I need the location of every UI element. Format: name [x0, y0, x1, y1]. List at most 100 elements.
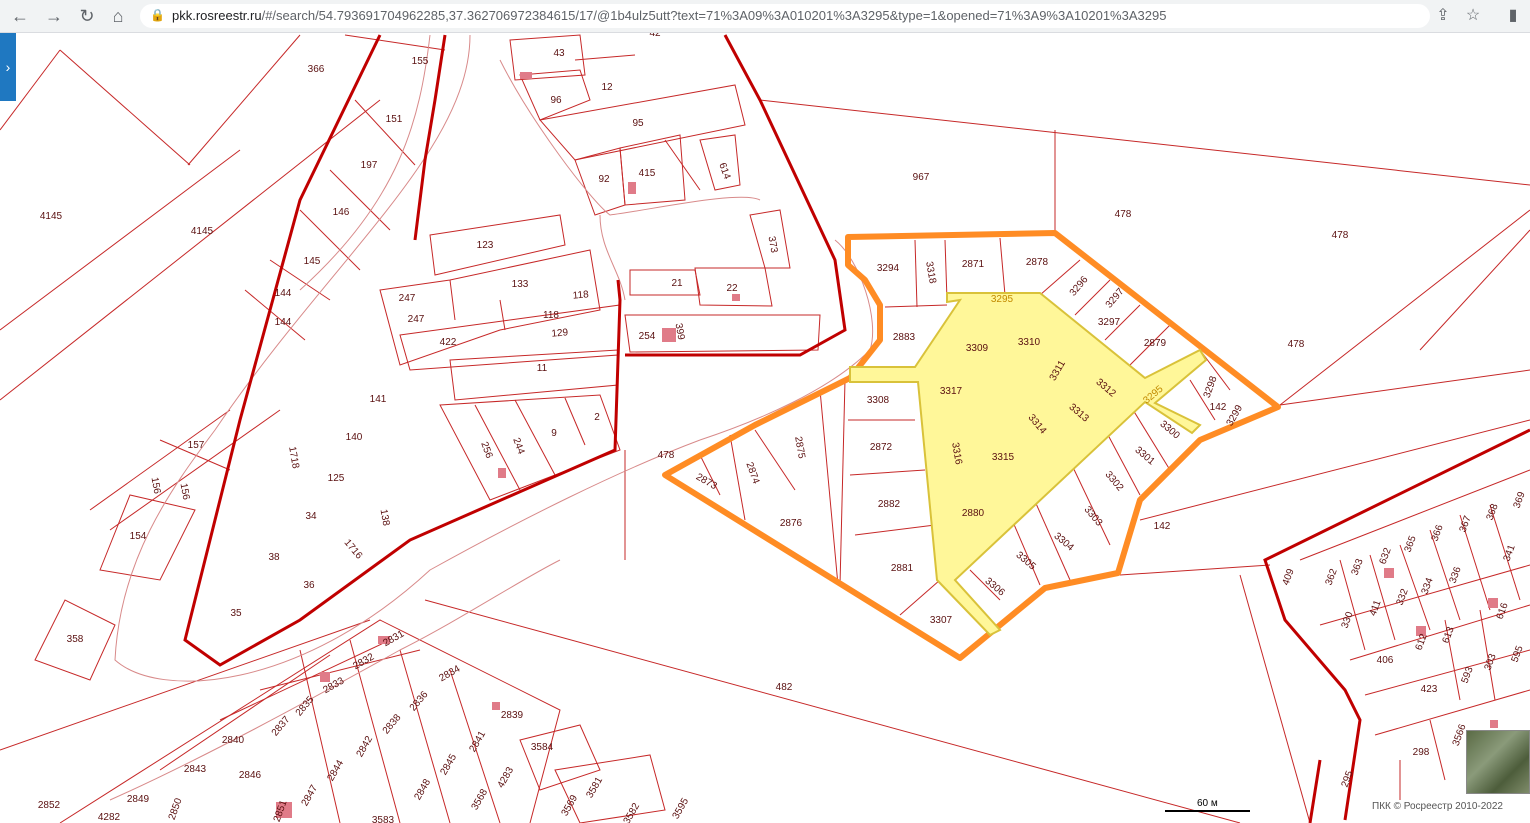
parcel-label[interactable]: 3298 [1202, 374, 1220, 399]
parcel-label[interactable]: 4282 [98, 812, 121, 823]
parcel-label[interactable]: 303 [1483, 652, 1499, 672]
parcel-label[interactable]: 2882 [878, 499, 901, 510]
address-bar[interactable]: 🔒 pkk.rosreestr.ru/#/search/54.793691704… [140, 4, 1430, 28]
parcel-label[interactable]: 22 [726, 283, 738, 294]
parcel-label[interactable]: 422 [440, 337, 457, 348]
parcel-label[interactable]: 2834 [437, 663, 462, 684]
parcel-label[interactable]: 156 [149, 476, 163, 495]
side-panel-icon[interactable]: ▮ [1502, 5, 1524, 27]
parcel-label[interactable]: 332 [1395, 587, 1411, 607]
parcel-label[interactable]: 38 [268, 552, 280, 563]
satellite-layer-toggle[interactable] [1466, 730, 1530, 794]
parcel-label[interactable]: 2848 [413, 777, 434, 802]
parcel-label[interactable]: 254 [639, 331, 656, 342]
parcel-label[interactable]: 3304 [1052, 531, 1076, 554]
parcel-label[interactable]: 92 [598, 174, 610, 185]
parcel-label[interactable]: 21 [671, 278, 683, 289]
parcel-label[interactable]: 3317 [940, 386, 963, 397]
parcel-label[interactable]: 330 [1340, 610, 1356, 630]
parcel-label[interactable]: 4145 [191, 226, 214, 237]
parcel-label[interactable]: 406 [1377, 655, 1394, 666]
parcel-label[interactable]: 2840 [222, 735, 245, 746]
parcel-label[interactable]: 2849 [127, 794, 150, 805]
parcel-label[interactable]: 3307 [930, 615, 953, 626]
parcel-label[interactable]: 118 [572, 289, 589, 301]
parcel-label[interactable]: 478 [1332, 230, 1349, 241]
parcel-label[interactable]: 362 [1324, 567, 1340, 587]
parcel-label[interactable]: 2838 [381, 712, 404, 736]
parcel-label[interactable]: 336 [1448, 565, 1464, 585]
parcel-label[interactable]: 247 [399, 293, 416, 304]
parcel-label[interactable]: 43 [553, 48, 565, 59]
parcel-label[interactable]: 373 [766, 235, 780, 254]
parcel-label[interactable]: 358 [67, 634, 84, 645]
parcel-label[interactable]: 478 [1288, 339, 1305, 350]
parcel-label[interactable]: 482 [776, 682, 793, 693]
parcel-label[interactable]: 247 [408, 314, 425, 325]
star-icon[interactable]: ☆ [1462, 5, 1484, 27]
parcel-label[interactable]: 256 [478, 440, 494, 460]
parcel-label[interactable]: 156 [178, 482, 192, 501]
parcel-label[interactable]: 141 [370, 394, 387, 405]
parcel-label[interactable]: 614 [716, 161, 732, 181]
parcel-label[interactable]: 298 [1413, 747, 1430, 758]
parcel-label[interactable]: 366 [1430, 523, 1446, 543]
cadastral-map[interactable]: 36615543429612151 9519792415 614 9674784784… [0, 33, 1530, 823]
parcel-label[interactable]: 411 [1368, 598, 1384, 617]
parcel-label[interactable]: 369 [1512, 490, 1528, 510]
parcel-label[interactable]: 129 [551, 327, 569, 339]
parcel-label[interactable]: 593 [1460, 665, 1476, 685]
parcel-label[interactable]: 2878 [1026, 257, 1049, 268]
parcel-label[interactable]: 2844 [326, 758, 347, 783]
parcel-label[interactable]: 2852 [38, 800, 61, 811]
parcel-label[interactable]: 3309 [966, 343, 989, 354]
parcel-label[interactable]: 96 [550, 95, 562, 106]
parcel-label[interactable]: 3310 [1018, 337, 1041, 348]
parcel-label[interactable]: 144 [275, 317, 292, 328]
parcel-label[interactable]: 36 [303, 580, 315, 591]
parcel-label[interactable]: 3584 [531, 742, 554, 753]
parcel-label[interactable]: 1716 [342, 537, 365, 561]
parcel-label[interactable]: 3297 [1098, 317, 1121, 328]
parcel-label[interactable]: 2836 [408, 689, 431, 713]
parcel-label[interactable]: 2832 [351, 651, 376, 672]
parcel-label[interactable]: 2846 [239, 770, 262, 781]
parcel-label[interactable]: 95 [632, 118, 644, 129]
parcel-label[interactable]: 151 [386, 114, 403, 125]
parcel-label[interactable]: 3583 [372, 815, 395, 823]
parcel-label[interactable]: 42 [649, 33, 661, 39]
parcel-label[interactable]: 2839 [501, 710, 524, 721]
parcel-label[interactable]: 366 [308, 64, 325, 75]
sidebar-toggle-button[interactable]: › [0, 33, 16, 101]
parcel-label[interactable]: 2843 [184, 764, 207, 775]
parcel-label[interactable]: 2880 [962, 508, 985, 519]
parcel-label[interactable]: 1718 [286, 446, 301, 470]
parcel-label[interactable]: 2842 [355, 734, 376, 759]
home-icon[interactable]: ⌂ [106, 5, 130, 27]
parcel-label[interactable]: 967 [913, 172, 930, 183]
parcel-label[interactable]: 3308 [867, 395, 890, 406]
parcel-label[interactable]: 2837 [270, 714, 293, 738]
parcel-label[interactable]: 3568 [470, 787, 491, 812]
parcel-label[interactable]: 363 [1350, 557, 1366, 577]
parcel-label[interactable]: 3305 [1014, 550, 1038, 573]
parcel-label[interactable]: 2881 [891, 563, 914, 574]
parcel-label[interactable]: 2876 [780, 518, 803, 529]
parcel-label[interactable]: 145 [304, 256, 321, 267]
parcel-label[interactable]: 3294 [877, 263, 900, 274]
reload-icon[interactable]: ↻ [75, 5, 99, 27]
parcel-label[interactable]: 3302 [1103, 469, 1126, 493]
parcel-label[interactable]: 409 [1281, 567, 1297, 587]
parcel-label[interactable]: 125 [328, 473, 345, 484]
parcel-label[interactable]: 2883 [893, 332, 916, 343]
parcel-label[interactable]: 157 [188, 440, 205, 451]
parcel-label[interactable]: 365 [1403, 534, 1419, 554]
parcel-label[interactable]: 2874 [743, 461, 761, 486]
parcel-label[interactable]: 142 [1210, 402, 1227, 413]
parcel-label[interactable]: 2845 [439, 752, 460, 777]
parcel-label[interactable]: 4145 [40, 211, 63, 222]
parcel-label[interactable]: 2847 [300, 783, 321, 808]
parcel-label[interactable]: 367 [1458, 514, 1474, 534]
parcel-label[interactable]: 3569 [560, 793, 581, 818]
parcel-label[interactable]: 2873 [694, 472, 719, 493]
